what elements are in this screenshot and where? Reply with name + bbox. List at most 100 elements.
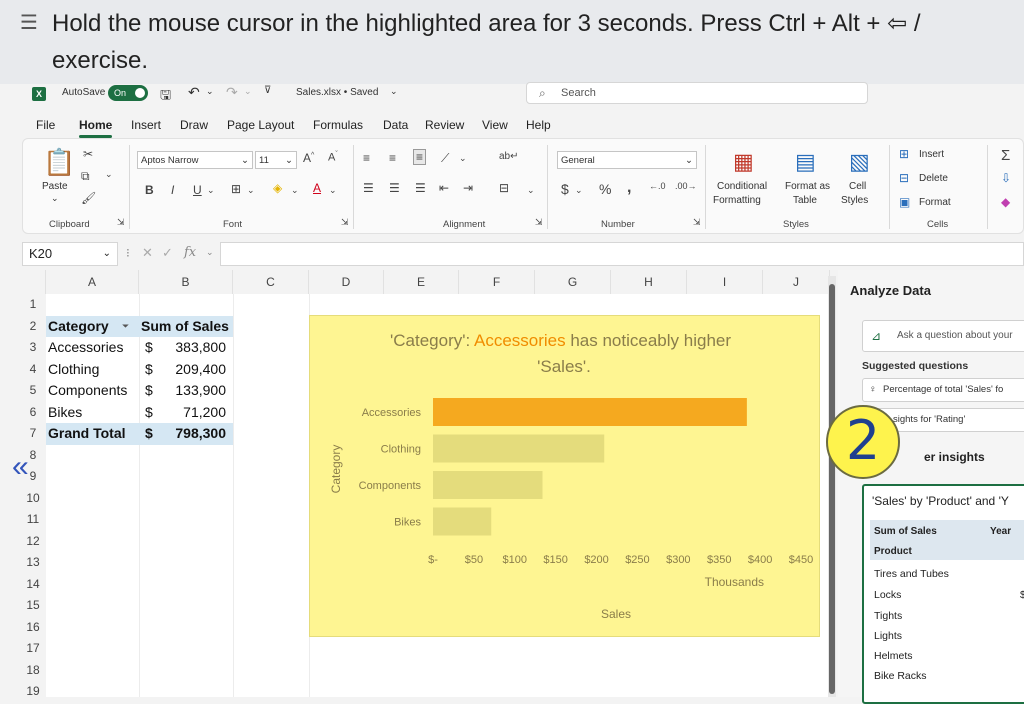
tab-draw[interactable]: Draw bbox=[180, 118, 208, 132]
formula-input[interactable] bbox=[220, 242, 1024, 266]
format-as-table-label[interactable]: Format as bbox=[785, 181, 830, 192]
number-launcher-icon[interactable]: ⇲ bbox=[693, 217, 701, 228]
undo-icon[interactable]: ↶ bbox=[188, 84, 200, 101]
alignment-launcher-icon[interactable]: ⇲ bbox=[535, 217, 543, 228]
column-header-e[interactable]: E bbox=[384, 270, 459, 294]
increase-decimal-icon[interactable]: ←.0 bbox=[649, 181, 666, 191]
row-header-4[interactable]: 4 bbox=[20, 358, 46, 380]
font-size-select[interactable]: 11 ⌄ bbox=[255, 151, 297, 169]
chart-bar-clothing[interactable] bbox=[433, 434, 605, 463]
clear-icon[interactable]: ◆ bbox=[1001, 195, 1010, 209]
font-color-icon[interactable]: A bbox=[313, 181, 321, 195]
decrease-font-icon[interactable]: Aˇ bbox=[328, 151, 338, 164]
fill-icon[interactable]: ⇩ bbox=[1001, 171, 1011, 185]
fx-dropdown-icon[interactable]: ⌄ bbox=[206, 247, 214, 258]
paste-button-label[interactable]: Paste bbox=[42, 181, 68, 192]
select-all-corner[interactable] bbox=[20, 270, 46, 294]
autosave-toggle[interactable]: On bbox=[108, 85, 148, 101]
borders-icon[interactable]: ⊞ bbox=[231, 182, 241, 196]
column-header-j[interactable]: J bbox=[763, 270, 830, 294]
row-header-7[interactable]: 7 bbox=[20, 423, 46, 445]
chart-bar-accessories[interactable] bbox=[433, 398, 747, 426]
fill-color-icon[interactable]: ◈ bbox=[273, 181, 282, 195]
delete-cells-icon[interactable]: ⊟ bbox=[899, 171, 909, 185]
save-icon[interactable]: 🖫 bbox=[160, 86, 171, 108]
pivot-row-value[interactable]: 209,400 bbox=[160, 359, 226, 381]
align-middle-icon[interactable]: ≡ bbox=[389, 151, 396, 165]
pivot-row-value[interactable]: 71,200 bbox=[160, 402, 226, 424]
search-input[interactable]: ⌕ Search bbox=[526, 82, 868, 104]
borders-dropdown-icon[interactable]: ⌄ bbox=[247, 185, 255, 196]
column-header-g[interactable]: G bbox=[535, 270, 611, 294]
column-header-a[interactable]: A bbox=[46, 270, 139, 294]
file-dropdown-icon[interactable]: ⌄ bbox=[390, 86, 398, 97]
align-right-icon[interactable]: ☰ bbox=[415, 181, 426, 195]
pivot-row-category[interactable]: Clothing bbox=[48, 359, 99, 381]
suggested-question-chip[interactable]: ♀ Percentage of total 'Sales' fo bbox=[862, 378, 1024, 402]
align-center-icon[interactable]: ☰ bbox=[389, 181, 400, 195]
pivot-row-category[interactable]: Accessories bbox=[48, 337, 123, 359]
row-header-2[interactable]: 2 bbox=[20, 315, 46, 337]
merge-center-icon[interactable]: ⊟ bbox=[499, 181, 509, 195]
pivot-row-category[interactable]: Components bbox=[48, 380, 127, 402]
pivot-total-category[interactable]: Grand Total bbox=[48, 423, 126, 445]
font-launcher-icon[interactable]: ⇲ bbox=[341, 217, 349, 228]
row-header-10[interactable]: 10 bbox=[20, 487, 46, 509]
format-as-table-label-2[interactable]: Table bbox=[793, 195, 817, 206]
undo-dropdown-icon[interactable]: ⌄ bbox=[206, 86, 214, 97]
row-header-14[interactable]: 14 bbox=[20, 573, 46, 595]
file-name[interactable]: Sales.xlsx • Saved bbox=[296, 87, 378, 98]
redo-dropdown-icon[interactable]: ⌄ bbox=[244, 86, 252, 97]
autosum-icon[interactable]: Σ bbox=[1001, 147, 1010, 164]
increase-font-icon[interactable]: A^ bbox=[303, 151, 314, 165]
row-header-17[interactable]: 17 bbox=[20, 638, 46, 660]
enter-icon[interactable]: ✓ bbox=[162, 245, 173, 261]
underline-dropdown-icon[interactable]: ⌄ bbox=[207, 185, 215, 196]
insight-card[interactable]: 'Sales' by 'Product' and 'Y Sum of Sales… bbox=[862, 484, 1024, 704]
orientation-icon[interactable]: ⟋ bbox=[441, 151, 449, 166]
number-format-select[interactable]: General ⌄ bbox=[557, 151, 697, 169]
align-left-icon[interactable]: ☰ bbox=[363, 181, 374, 195]
italic-icon[interactable]: I bbox=[171, 183, 174, 197]
comma-icon[interactable]: , bbox=[627, 179, 631, 197]
cancel-icon[interactable]: ✕ bbox=[142, 245, 153, 261]
tab-insert[interactable]: Insert bbox=[131, 118, 161, 132]
currency-icon[interactable]: $ bbox=[561, 181, 569, 197]
insert-function-icon[interactable]: fx bbox=[184, 245, 196, 260]
pivot-row-category[interactable]: Bikes bbox=[48, 402, 82, 424]
delete-cells-label[interactable]: Delete bbox=[919, 173, 948, 184]
double-chevron-left-icon[interactable]: « bbox=[12, 450, 29, 484]
column-header-c[interactable]: C bbox=[233, 270, 309, 294]
tab-data[interactable]: Data bbox=[383, 118, 408, 132]
vertical-scrollbar[interactable] bbox=[828, 276, 836, 697]
filter-dropdown-icon[interactable]: ⏷ bbox=[122, 316, 129, 338]
cell-styles-label[interactable]: Cell bbox=[849, 181, 866, 192]
format-cells-label[interactable]: Format bbox=[919, 197, 951, 208]
menu-icon[interactable]: ☰ bbox=[20, 10, 38, 35]
tab-view[interactable]: View bbox=[482, 118, 508, 132]
wrap-text-icon[interactable]: ab↵ bbox=[499, 151, 519, 162]
cell-styles-label-2[interactable]: Styles bbox=[841, 195, 868, 206]
insert-cells-label[interactable]: Insert bbox=[919, 149, 944, 160]
tab-review[interactable]: Review bbox=[425, 118, 464, 132]
row-header-1[interactable]: 1 bbox=[20, 294, 46, 316]
align-top-icon[interactable]: ≡ bbox=[363, 151, 370, 165]
conditional-formatting-label[interactable]: Conditional bbox=[717, 181, 767, 192]
pivot-header-sum[interactable]: Sum of Sales bbox=[141, 316, 229, 338]
row-header-15[interactable]: 15 bbox=[20, 595, 46, 617]
row-header-11[interactable]: 11 bbox=[20, 509, 46, 531]
tab-page-layout[interactable]: Page Layout bbox=[227, 118, 294, 132]
row-header-13[interactable]: 13 bbox=[20, 552, 46, 574]
tab-help[interactable]: Help bbox=[526, 118, 551, 132]
pivot-total-value[interactable]: 798,300 bbox=[160, 423, 226, 445]
customize-toolbar-icon[interactable]: ⊽ bbox=[264, 85, 271, 96]
column-header-d[interactable]: D bbox=[309, 270, 384, 294]
row-header-6[interactable]: 6 bbox=[20, 401, 46, 423]
more-options-icon[interactable]: ⁝ bbox=[126, 246, 130, 260]
more-insights-label[interactable]: er insights bbox=[924, 450, 985, 464]
paste-icon[interactable]: 📋 bbox=[43, 147, 75, 178]
row-header-16[interactable]: 16 bbox=[20, 616, 46, 638]
pivot-row-value[interactable]: 133,900 bbox=[160, 380, 226, 402]
row-header-12[interactable]: 12 bbox=[20, 530, 46, 552]
chart-bar-components[interactable] bbox=[433, 471, 543, 499]
